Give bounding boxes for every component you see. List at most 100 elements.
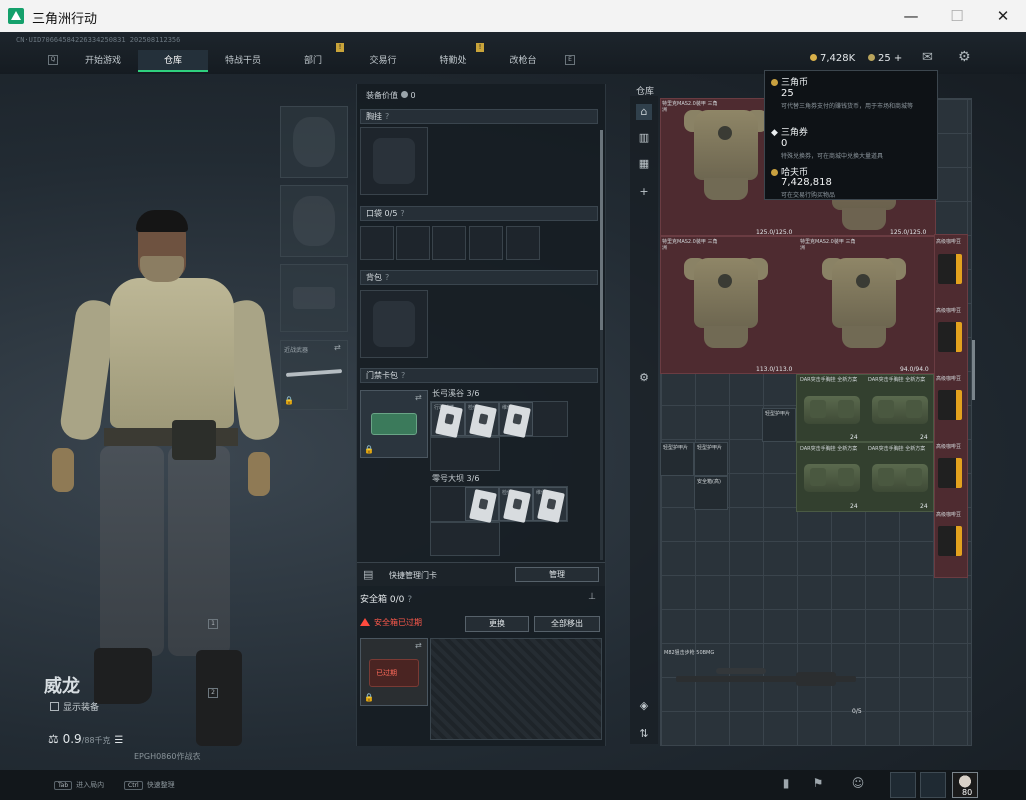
tab-operators[interactable]: 特战干员 [208,50,278,72]
keycard-item[interactable]: 行政辅楼 [431,402,465,438]
lock-icon: 🔒 [284,396,294,405]
item-name: 高级咖啡豆 [936,308,962,314]
move-all-out-button[interactable]: 全部移出 [534,616,600,632]
replace-button[interactable]: 更换 [465,616,529,632]
pocket-slot[interactable] [396,226,430,260]
long-bow-card-grid [430,437,500,471]
helmet-slot[interactable] [280,106,348,178]
plus-icon[interactable]: + [636,184,652,200]
armor-plate-item[interactable]: 轻型护甲片 [660,442,694,476]
keycard-item[interactable]: 检修 [499,487,533,523]
pocket-slot[interactable] [360,226,394,260]
checkbox[interactable] [50,702,59,711]
keycard-item[interactable] [465,487,499,523]
backpack-slot[interactable] [360,290,428,358]
minimize-button[interactable]: — [888,0,934,32]
friends-icon[interactable]: ☺ [848,776,868,794]
pin-icon[interactable]: ⊥ [588,592,596,602]
layers-icon[interactable]: ◈ [636,698,652,714]
pistol-slot[interactable] [280,264,348,332]
armor-plate-item[interactable]: 轻型护甲片 [762,408,796,442]
keycard-icon [503,489,531,523]
tab-department[interactable]: 部门! [278,43,348,72]
tab-right-key: E [565,55,575,65]
hafu-coin-desc: 可在交易行购买物品 [781,192,836,199]
item-name: 高级咖啡豆 [936,512,962,518]
item-name: 高级咖啡豆 [936,444,962,450]
swap-icon[interactable]: ⇄ [334,343,341,352]
chest-rig-slot[interactable] [360,127,428,195]
delta-coin-display[interactable]: 25 + [868,53,902,64]
swap-icon[interactable]: ⇄ [415,393,422,402]
pocket-slot[interactable] [506,226,540,260]
keycard-case-slot[interactable]: ⇄ 🔒 [360,390,428,458]
settings-gear-icon[interactable]: ⚙ [958,49,971,65]
armor-placeholder-icon [293,196,335,246]
hint-enter-raid: Tab 进入局内 [54,780,104,790]
keycard-item[interactable]: 维修 [499,402,533,438]
pistol-placeholder-icon [293,287,335,309]
hafu-coin-value: 7,428,818 [781,177,832,188]
team-slot[interactable] [890,772,916,798]
quick-manage-label: 快捷管理门卡 [389,571,437,580]
ammo-count: 0/5 [852,708,862,715]
durability: 94.0/94.0 [900,366,929,373]
sniper-rifle-icon [676,668,856,686]
sort-icon[interactable]: ⇅ [636,726,652,742]
hafu-coin-display[interactable]: 7,428K [810,53,855,64]
item-name: DAR突击手胸挂 全新方案 [800,377,858,383]
armor-slot[interactable] [280,185,348,257]
tab-start-game[interactable]: 开始游戏 [68,50,138,72]
grid-icon[interactable]: ▦ [636,156,652,172]
tab-left-key: Q [48,55,58,65]
warehouse-icon[interactable]: ⌂ [636,104,652,120]
show-equipment-toggle[interactable]: 显示装备 [50,700,99,713]
body-armor-icon [684,248,768,348]
pocket-slot[interactable] [469,226,503,260]
add-currency-button[interactable]: + [894,53,902,64]
manage-button[interactable]: 管理 [515,567,599,582]
warehouse-scrollbar[interactable] [972,340,975,400]
gear-icon[interactable]: ⚙ [636,370,652,386]
list-icon[interactable]: ▥ [636,130,652,146]
character-model [110,278,234,428]
coin-icon [771,169,778,176]
close-button[interactable]: ✕ [980,0,1026,32]
coin-icon [868,54,875,61]
ticket-title: ◆ 三角券 [771,128,808,138]
flag-icon[interactable]: ⚑ [808,776,828,794]
alert-icon: ! [476,43,484,52]
coffee-bag-icon [938,458,962,488]
maximize-button[interactable]: ☐ [934,0,980,32]
keycard-item[interactable]: 维修 [533,487,567,523]
armor-plate-item[interactable]: 轻型护甲片 [694,442,728,476]
window-title: 三角洲行动 [32,12,98,27]
coffee-bag-icon [938,526,962,556]
slot-key-1: 1 [208,619,218,629]
keycard-icon [435,404,463,438]
melee-label: 近战武器 [284,347,309,354]
carry-weight: ⚖ 0.9/88千克 ☰ [48,732,124,746]
stack-count: 24 [850,503,858,510]
pocket-slot[interactable] [432,226,466,260]
character-model [140,256,184,282]
team-slot[interactable] [920,772,946,798]
tab-market[interactable]: 交易行 [348,50,418,72]
safe-box-item[interactable]: 安全箱(高) [694,476,728,510]
safe-box-grid [430,638,602,740]
stack-count: 24 [920,503,928,510]
equipment-value: 装备价值 0 [366,91,416,100]
stats-icon[interactable]: ▮ [776,776,796,794]
item-name: DAR突击手胸挂 全新方案 [868,446,926,452]
tab-warehouse[interactable]: 仓库 [138,50,208,72]
tab-special-ops[interactable]: 特勤处! [418,43,488,72]
keycard-item[interactable]: 检修 [465,402,499,438]
swap-icon[interactable]: ⇄ [415,641,422,650]
outfit-name: EPGH0860作战衣 [134,752,201,761]
list-icon[interactable]: ☰ [114,735,123,746]
character-model [196,650,242,746]
tab-gunsmith[interactable]: 改枪台 [488,50,558,72]
loadout-scrollbar-thumb[interactable] [600,130,603,330]
safe-box-slot[interactable]: 已过期 ⇄ 🔒 [360,638,428,706]
mail-icon[interactable]: ✉ [922,50,933,65]
